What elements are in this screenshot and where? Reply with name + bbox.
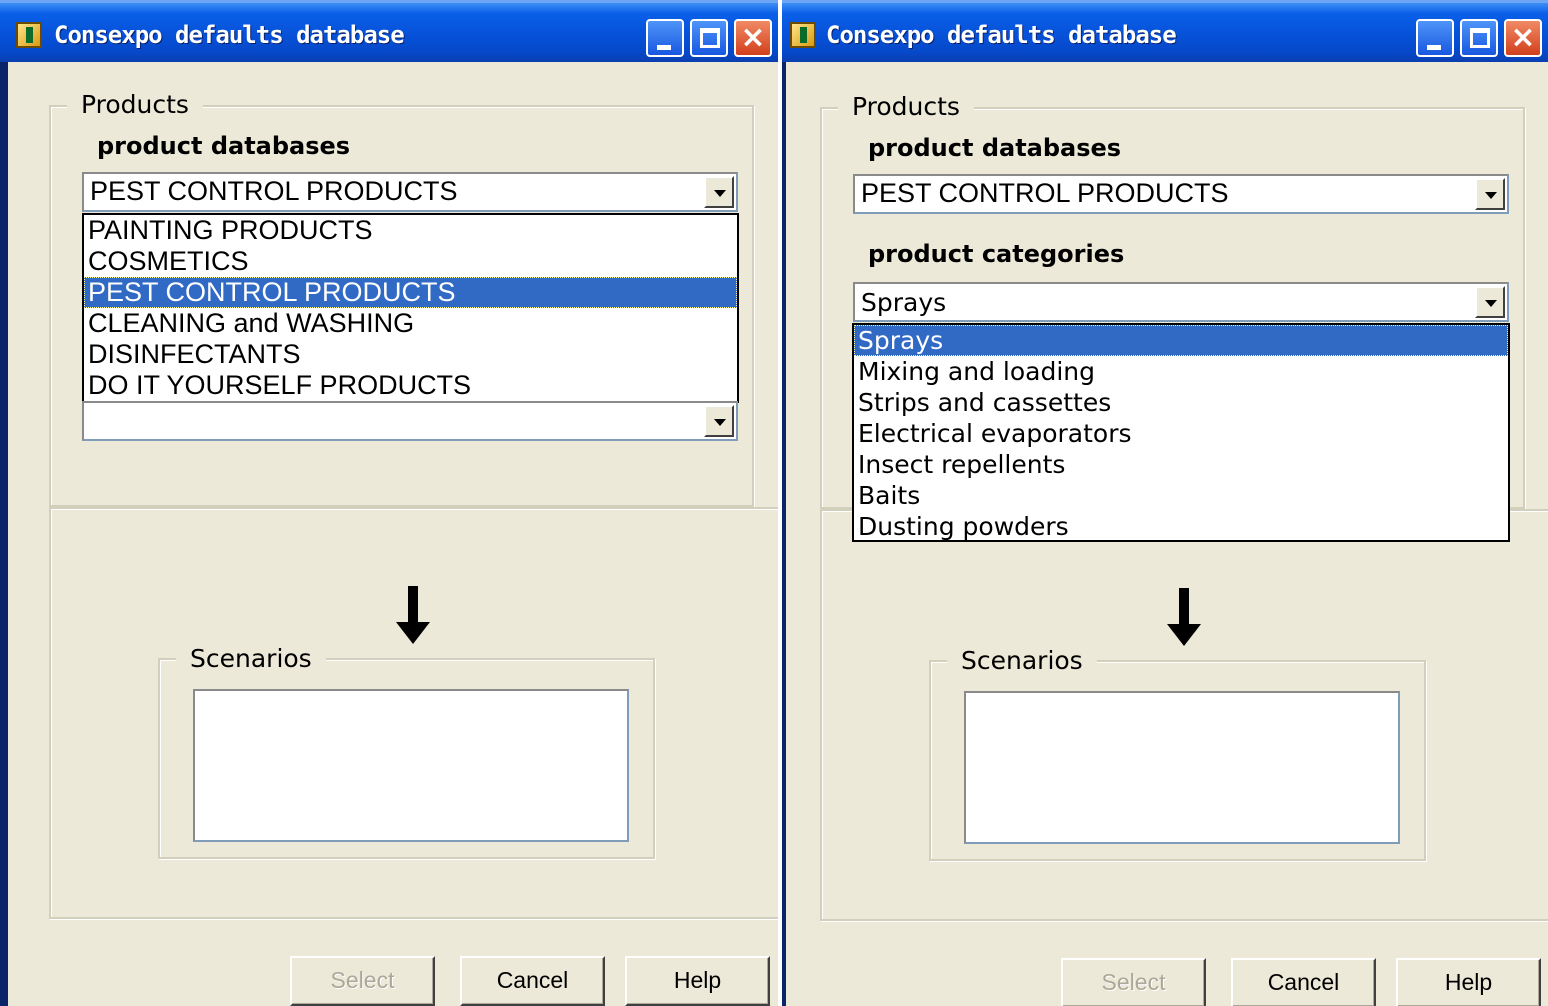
chevron-down-icon[interactable] (1475, 178, 1505, 210)
app-icon (790, 22, 816, 48)
product-categories-label: product categories (868, 240, 1125, 268)
maximize-icon (1470, 28, 1490, 48)
maximize-icon (700, 28, 720, 48)
scenarios-group-label: Scenarios (176, 644, 326, 673)
minimize-button[interactable] (1416, 19, 1454, 57)
dropdown-option-electrical-evaporators[interactable]: Electrical evaporators (854, 418, 1508, 449)
chevron-down-icon[interactable] (1475, 286, 1505, 318)
maximize-button[interactable] (690, 19, 728, 57)
products-group-label: Products (67, 90, 203, 119)
minimize-button[interactable] (646, 19, 684, 57)
product-categories-combo[interactable] (82, 401, 738, 441)
scenarios-list[interactable] (964, 691, 1400, 844)
close-button[interactable]: × (734, 19, 772, 57)
dropdown-option-strips-and-cassettes[interactable]: Strips and cassettes (854, 387, 1508, 418)
maximize-button[interactable] (1460, 19, 1498, 57)
select-button[interactable]: Select (1061, 958, 1206, 1006)
scenarios-group-label: Scenarios (947, 646, 1097, 675)
dropdown-option-cleaning-and-washing[interactable]: CLEANING and WASHING (84, 308, 737, 339)
product-categories-value: Sprays (861, 288, 947, 317)
arrow-down-icon (1167, 588, 1201, 650)
close-icon: × (740, 20, 766, 55)
minimize-icon (1427, 45, 1441, 50)
window-title: Consexpo defaults database (54, 21, 405, 49)
app-icon (16, 22, 42, 48)
product-databases-combo[interactable]: PEST CONTROL PRODUCTS (82, 172, 738, 212)
close-icon: × (1510, 20, 1536, 55)
product-databases-label: product databases (868, 134, 1122, 162)
dropdown-option-disinfectants[interactable]: DISINFECTANTS (84, 339, 737, 370)
minimize-icon (657, 45, 671, 50)
chevron-down-icon[interactable] (704, 176, 734, 208)
product-categories-combo[interactable]: Sprays (853, 282, 1509, 322)
product-databases-value: PEST CONTROL PRODUCTS (90, 176, 458, 206)
dropdown-option-mixing-and-loading[interactable]: Mixing and loading (854, 356, 1508, 387)
dropdown-option-painting-products[interactable]: PAINTING PRODUCTS (84, 215, 737, 246)
window-title: Consexpo defaults database (826, 21, 1177, 49)
help-button[interactable]: Help (1396, 958, 1541, 1006)
title-bar[interactable]: Consexpo defaults database × (0, 0, 778, 62)
product-databases-label: product databases (97, 132, 351, 160)
help-button[interactable]: Help (625, 956, 770, 1006)
dropdown-option-do-it-yourself-products[interactable]: DO IT YOURSELF PRODUCTS (84, 370, 737, 401)
title-bar[interactable]: Consexpo defaults database × (782, 0, 1548, 62)
dialog-body: Products product databases PEST CONTROL … (786, 62, 1548, 1006)
close-button[interactable]: × (1504, 19, 1542, 57)
dropdown-option-insect-repellents[interactable]: Insect repellents (854, 449, 1508, 480)
cancel-button[interactable]: Cancel (1231, 958, 1376, 1006)
product-categories-dropdown: Sprays Mixing and loading Strips and cas… (852, 323, 1510, 542)
product-databases-value: PEST CONTROL PRODUCTS (861, 178, 1229, 208)
products-group-label: Products (838, 92, 974, 121)
consexpo-window-left: Consexpo defaults database × Products pr… (0, 0, 778, 1006)
product-databases-dropdown: PAINTING PRODUCTS COSMETICS PEST CONTROL… (82, 213, 739, 403)
dropdown-option-cosmetics[interactable]: COSMETICS (84, 246, 737, 277)
arrow-down-icon (396, 586, 430, 648)
chevron-down-icon[interactable] (704, 405, 734, 437)
dropdown-option-sprays[interactable]: Sprays (854, 325, 1508, 356)
product-databases-combo[interactable]: PEST CONTROL PRODUCTS (853, 174, 1509, 214)
dialog-body: Products product databases PEST CONTROL … (8, 62, 778, 1006)
consexpo-window-right: Consexpo defaults database × Products pr… (782, 0, 1548, 1006)
dropdown-option-pest-control-products[interactable]: PEST CONTROL PRODUCTS (84, 277, 737, 308)
select-button[interactable]: Select (290, 956, 435, 1006)
cancel-button[interactable]: Cancel (460, 956, 605, 1006)
dropdown-option-dusting-powders[interactable]: Dusting powders (854, 511, 1508, 542)
scenarios-list[interactable] (193, 689, 629, 842)
dropdown-option-baits[interactable]: Baits (854, 480, 1508, 511)
